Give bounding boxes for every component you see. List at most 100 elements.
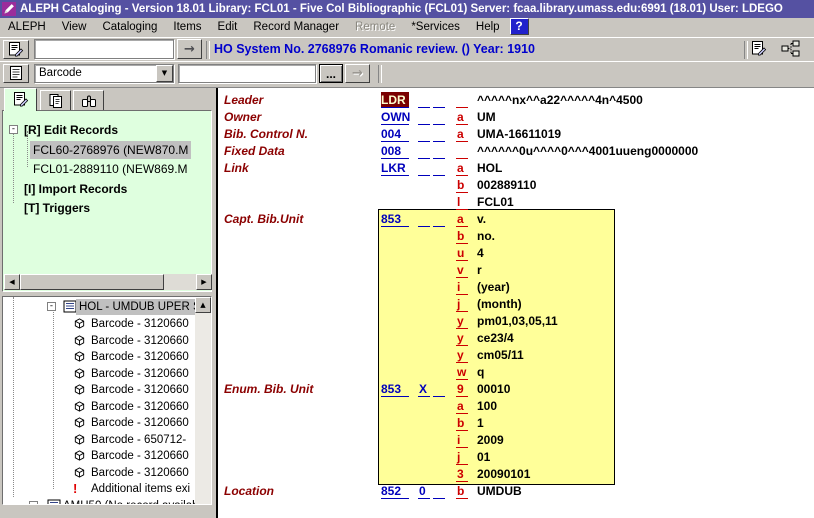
overview-tree-item[interactable]: Barcode - 3120660 bbox=[3, 366, 211, 382]
overview-tree-item[interactable]: Barcode - 650712- bbox=[3, 432, 211, 448]
subfield-value[interactable]: 002889110 bbox=[477, 177, 536, 193]
subfield-value[interactable]: UM bbox=[477, 109, 496, 125]
record-bar-button[interactable] bbox=[3, 40, 29, 59]
subfield-value[interactable]: HOL bbox=[477, 160, 502, 176]
records-tree-item[interactable]: [T] Triggers bbox=[3, 199, 211, 217]
item-search-type-select[interactable]: Barcode ▼ bbox=[34, 64, 174, 83]
subfield-code[interactable]: b bbox=[456, 177, 468, 193]
records-tree-item[interactable]: FCL60-2768976 (NEW870.M bbox=[3, 141, 211, 159]
subfield-value[interactable]: FCL01 bbox=[477, 194, 514, 210]
subfield-value[interactable]: 20090101 bbox=[477, 466, 530, 482]
indicator-2[interactable] bbox=[433, 126, 445, 142]
browse-button[interactable]: ... bbox=[319, 64, 343, 83]
subfield-code[interactable]: b bbox=[456, 483, 468, 499]
subfield-value[interactable]: 2009 bbox=[477, 432, 504, 448]
record-go-button[interactable]: → bbox=[177, 39, 202, 59]
subfield-code[interactable]: 3 bbox=[456, 466, 468, 482]
subfield-value[interactable]: v. bbox=[477, 211, 486, 227]
indicator-2[interactable] bbox=[433, 143, 445, 159]
subfield-value[interactable]: 00010 bbox=[477, 381, 510, 397]
subfield-code[interactable]: a bbox=[456, 211, 468, 227]
item-search-input[interactable] bbox=[178, 64, 316, 83]
subfield-code[interactable]: y bbox=[456, 347, 468, 363]
field-tag[interactable]: 853 bbox=[381, 211, 409, 227]
subfield-code[interactable]: b bbox=[456, 415, 468, 431]
indicator-1[interactable] bbox=[418, 143, 430, 159]
tab-edit-records[interactable] bbox=[4, 88, 37, 111]
indicator-2[interactable] bbox=[433, 109, 445, 125]
subfield-code[interactable]: u bbox=[456, 245, 468, 261]
overview-tree-item[interactable]: Barcode - 3120660 bbox=[3, 399, 211, 415]
subfield-value[interactable]: 4 bbox=[477, 245, 484, 261]
expander-collapse-icon[interactable]: - bbox=[47, 302, 56, 311]
tab-duplicate-record[interactable] bbox=[40, 90, 71, 110]
menu-item-view[interactable]: View bbox=[54, 18, 95, 37]
open-record-editor-icon[interactable] bbox=[751, 40, 767, 61]
subfield-code[interactable]: w bbox=[456, 364, 468, 380]
scroll-right-icon[interactable]: ▶ bbox=[196, 274, 212, 290]
subfield-value[interactable]: (year) bbox=[477, 279, 510, 295]
subfield-code[interactable] bbox=[456, 143, 468, 159]
overview-tree-item[interactable]: !Additional items exi bbox=[3, 481, 211, 497]
subfield-value[interactable]: UMDUB bbox=[477, 483, 522, 499]
indicator-2[interactable] bbox=[433, 160, 445, 176]
subfield-value[interactable]: ce23/4 bbox=[477, 330, 514, 346]
records-hscrollbar[interactable]: ◀ ▶ bbox=[4, 274, 212, 290]
subfield-code[interactable]: a bbox=[456, 109, 468, 125]
item-go-button[interactable]: → bbox=[345, 64, 370, 83]
subfield-code[interactable]: b bbox=[456, 228, 468, 244]
indicator-1[interactable]: 0 bbox=[418, 483, 430, 499]
menu-item-recordmanager[interactable]: Record Manager bbox=[245, 18, 347, 37]
menu-item-cataloging[interactable]: Cataloging bbox=[94, 18, 165, 37]
subfield-code[interactable]: a bbox=[456, 398, 468, 414]
field-tag[interactable]: 852 bbox=[381, 483, 409, 499]
subfield-code[interactable]: 9 bbox=[456, 381, 468, 397]
subfield-value[interactable]: ^^^^^^0u^^^^0^^^4001uueng0000000 bbox=[477, 143, 698, 159]
indicator-2[interactable] bbox=[433, 211, 445, 227]
indicator-2[interactable] bbox=[433, 381, 445, 397]
field-tag[interactable]: 004 bbox=[381, 126, 409, 142]
indicator-1[interactable] bbox=[418, 211, 430, 227]
subfield-value[interactable]: q bbox=[477, 364, 484, 380]
subfield-code[interactable]: i bbox=[456, 279, 468, 295]
scroll-left-icon[interactable]: ◀ bbox=[4, 274, 20, 290]
indicator-1[interactable] bbox=[418, 109, 430, 125]
indicator-1[interactable] bbox=[418, 126, 430, 142]
field-tag[interactable]: LKR bbox=[381, 160, 409, 176]
overview-tree-item[interactable]: -AMH50 (No record availabl bbox=[3, 498, 211, 506]
subfield-value[interactable]: ^^^^^nx^^a22^^^^^4n^4500 bbox=[477, 92, 643, 108]
field-tag[interactable]: OWN bbox=[381, 109, 409, 125]
overview-tree-item[interactable]: Barcode - 3120660 bbox=[3, 415, 211, 431]
indicator-1[interactable]: X bbox=[418, 381, 430, 397]
context-help-icon[interactable]: ? bbox=[510, 18, 529, 35]
indicator-1[interactable] bbox=[418, 160, 430, 176]
item-bar-button[interactable] bbox=[3, 64, 29, 83]
overview-tree-item[interactable]: -HOL - UMDUB UPER ST bbox=[3, 299, 211, 315]
menu-item-edit[interactable]: Edit bbox=[210, 18, 246, 37]
field-tag[interactable]: 853 bbox=[381, 381, 409, 397]
subfield-value[interactable]: 1 bbox=[477, 415, 484, 431]
indicator-2[interactable] bbox=[433, 92, 445, 108]
menu-item-help[interactable]: Help bbox=[468, 18, 508, 37]
overview-vscrollbar[interactable]: ▲ bbox=[195, 297, 211, 504]
subfield-value[interactable]: UMA-16611019 bbox=[477, 126, 561, 142]
indicator-2[interactable] bbox=[433, 483, 445, 499]
subfield-code[interactable]: j bbox=[456, 296, 468, 312]
records-tree-item[interactable]: [I] Import Records bbox=[3, 180, 211, 198]
records-tree-item[interactable]: -[R] Edit Records bbox=[3, 121, 211, 139]
subfield-code[interactable] bbox=[456, 92, 468, 108]
subfield-code[interactable]: y bbox=[456, 313, 468, 329]
field-tag[interactable]: 008 bbox=[381, 143, 409, 159]
subfield-value[interactable]: no. bbox=[477, 228, 495, 244]
scroll-up-icon[interactable]: ▲ bbox=[195, 297, 211, 313]
scrollbar-thumb[interactable] bbox=[20, 274, 164, 290]
subfield-value[interactable]: cm05/11 bbox=[477, 347, 524, 363]
combo-arrow-icon[interactable]: ▼ bbox=[156, 65, 173, 82]
subfield-code[interactable]: v bbox=[456, 262, 468, 278]
subfield-value[interactable]: (month) bbox=[477, 296, 522, 312]
menu-item-services[interactable]: *Services bbox=[403, 18, 468, 37]
system-number-input[interactable] bbox=[34, 39, 174, 59]
field-tag[interactable]: LDR bbox=[381, 92, 409, 108]
subfield-code[interactable]: j bbox=[456, 449, 468, 465]
expander-collapse-icon[interactable]: - bbox=[9, 125, 18, 134]
